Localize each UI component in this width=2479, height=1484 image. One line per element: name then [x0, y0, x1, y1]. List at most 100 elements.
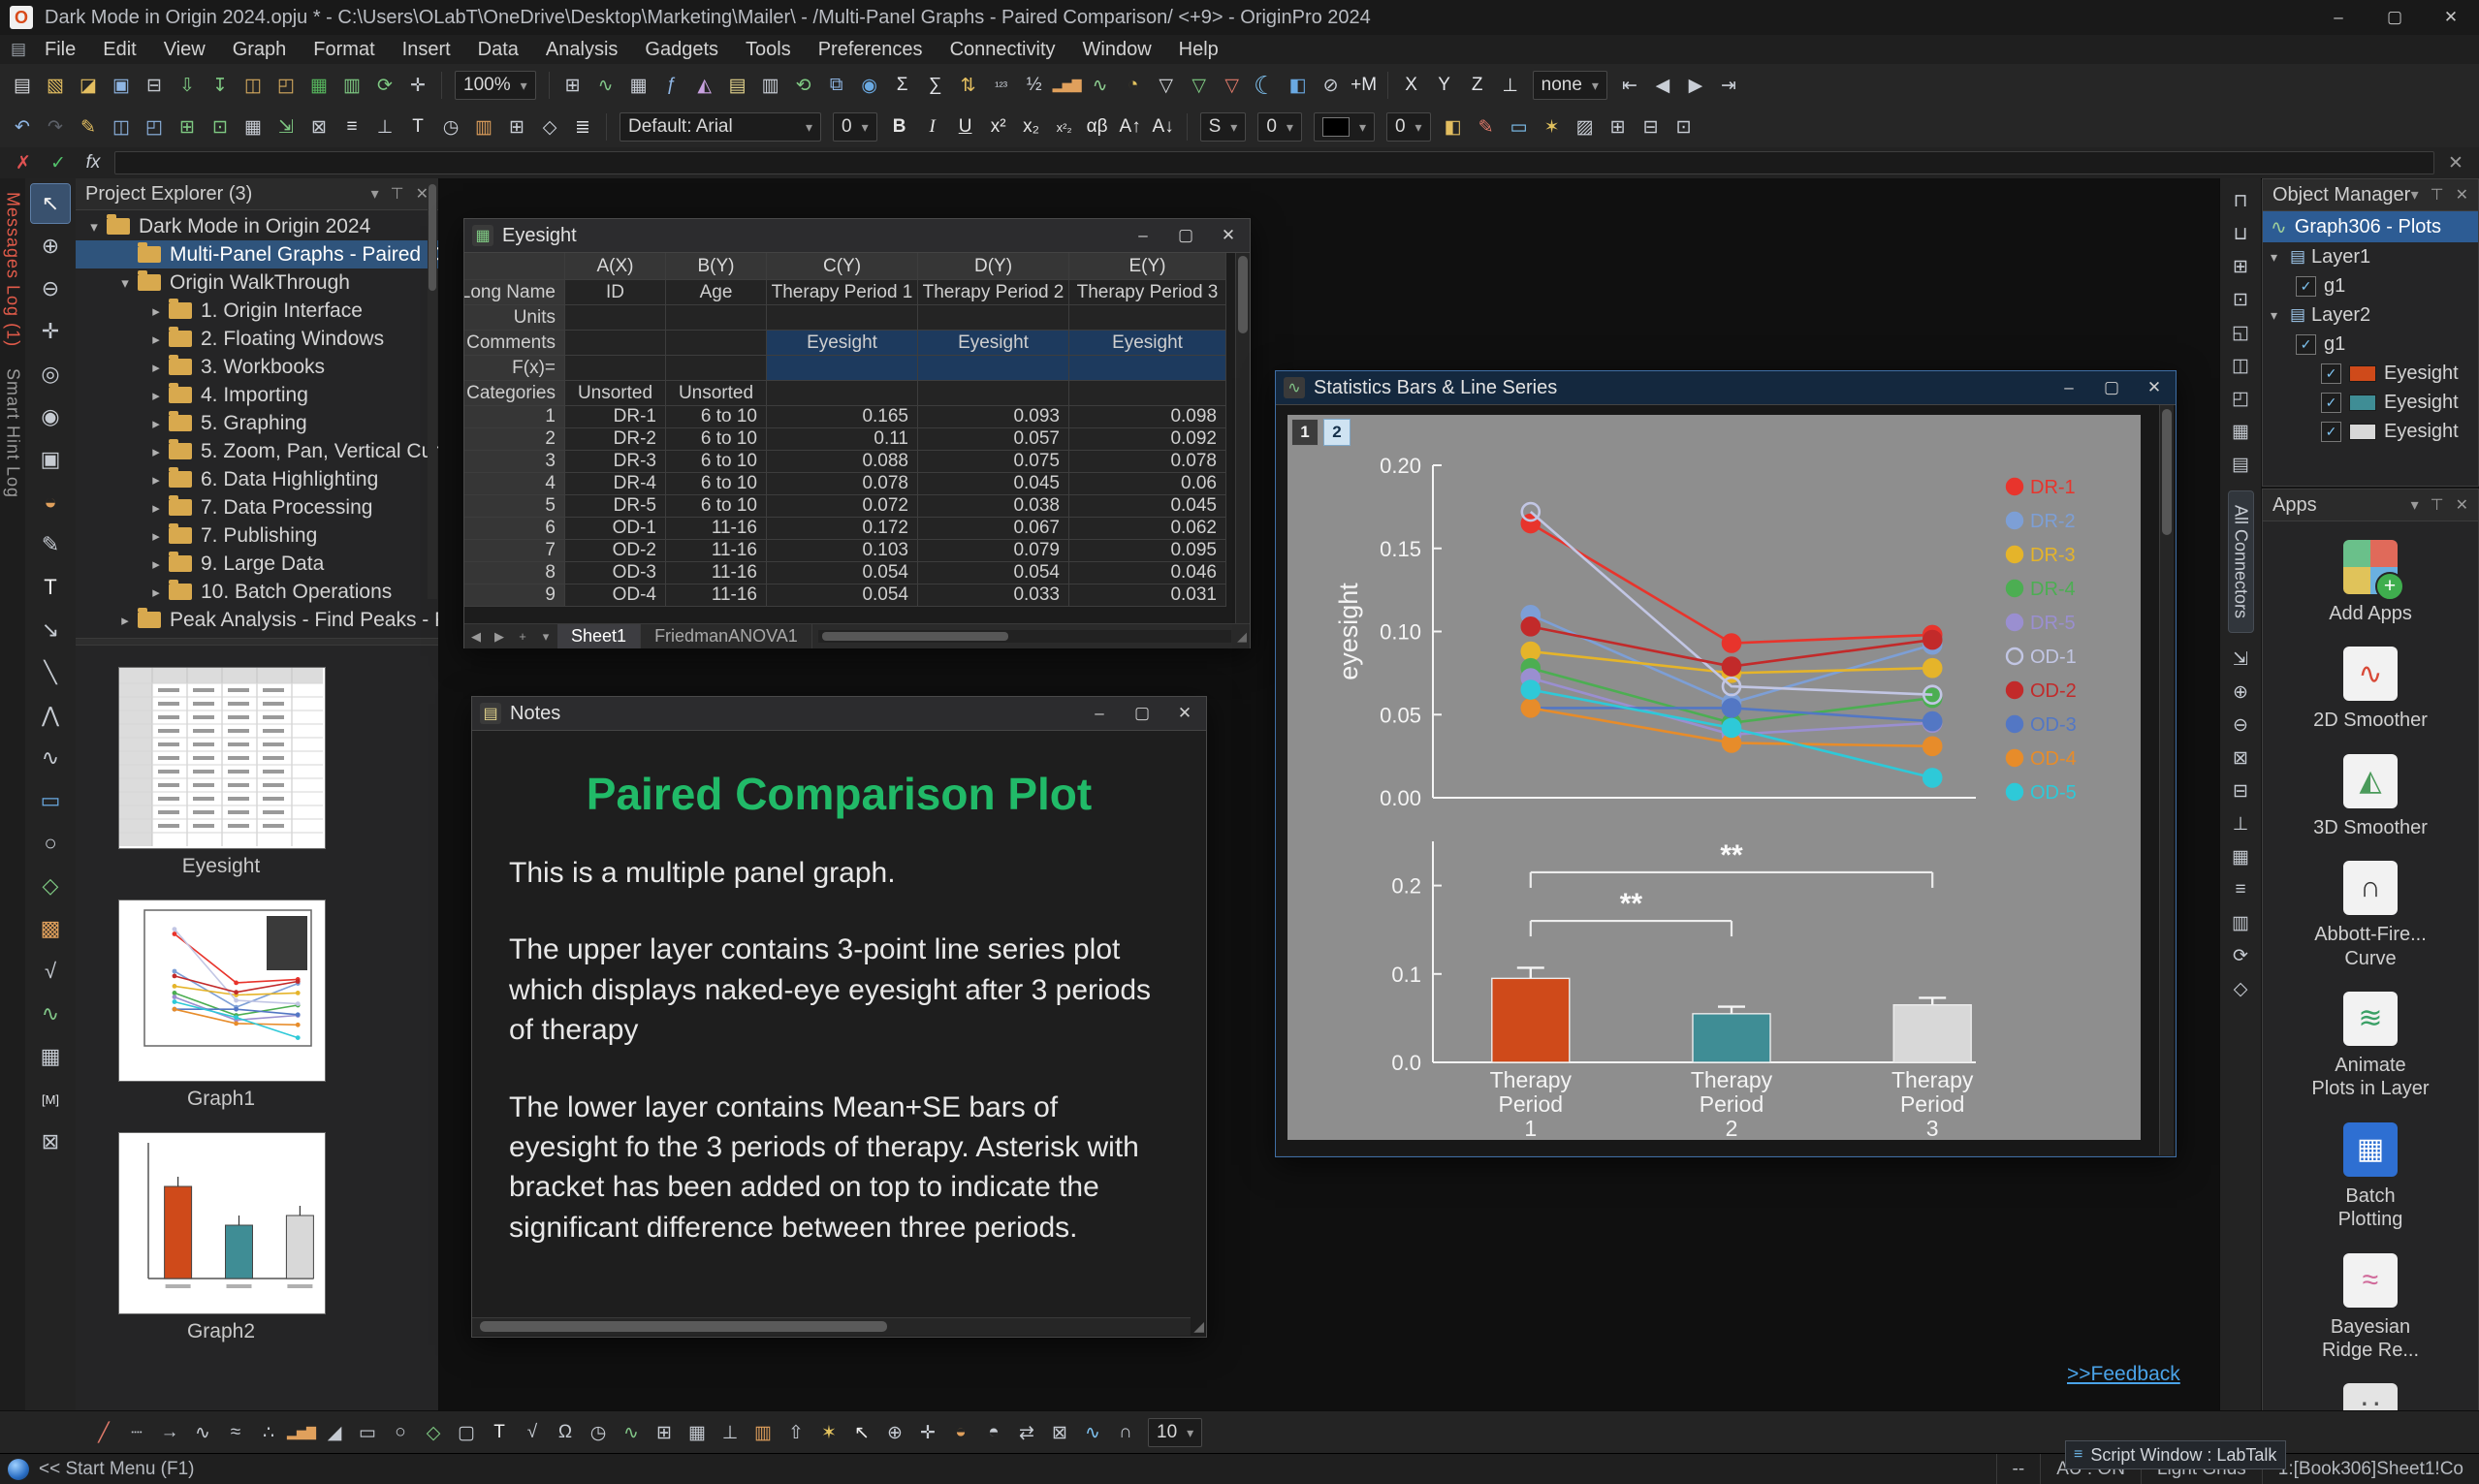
increase-font-button[interactable]: A↑: [1115, 111, 1146, 142]
row-label[interactable]: Comments: [464, 331, 565, 356]
previous-window-button[interactable]: ◀: [1647, 70, 1678, 101]
sort-icon[interactable]: ⇅: [953, 70, 984, 101]
row-index[interactable]: 9: [464, 584, 565, 607]
new-workbook-icon[interactable]: ⊞: [557, 70, 588, 101]
data-cell[interactable]: 0.075: [918, 451, 1069, 473]
app-batch-plotting[interactable]: ▦BatchPlotting: [2338, 1122, 2403, 1232]
start-menu-label[interactable]: << Start Menu (F1): [39, 1459, 195, 1480]
window-thumbnail-graph2[interactable]: Graph2: [118, 1132, 326, 1343]
zoom-in-tool[interactable]: ⊕: [31, 227, 70, 266]
xy-scaler-icon[interactable]: ⊥: [715, 1417, 746, 1448]
tree-expander-icon[interactable]: ▸: [143, 555, 169, 573]
panel-close-icon[interactable]: ✕: [2456, 185, 2468, 205]
image-object-icon[interactable]: ▦: [682, 1417, 713, 1448]
pattern-combo[interactable]: 0 ▾: [1386, 112, 1431, 142]
format-painter-icon[interactable]: ✎: [73, 111, 104, 142]
database-icon[interactable]: ◫: [238, 70, 269, 101]
zoom-out-axis-icon[interactable]: ⊖: [2225, 710, 2256, 740]
tree-expander-icon[interactable]: ▸: [143, 302, 169, 320]
symbol-object-icon[interactable]: Ω: [550, 1417, 581, 1448]
tree-item[interactable]: ▸10. Batch Operations: [76, 578, 438, 606]
close-button[interactable]: ✕: [2423, 0, 2479, 35]
tree-item[interactable]: ▸4. Importing: [76, 381, 438, 409]
row-index[interactable]: 7: [464, 540, 565, 562]
bold-button[interactable]: B: [884, 111, 915, 142]
tree-item[interactable]: ▸5. Graphing: [76, 409, 438, 437]
decrease-font-button[interactable]: A↓: [1148, 111, 1179, 142]
whole-page-icon[interactable]: ⊠: [2225, 743, 2256, 773]
data-cell[interactable]: 0.095: [1069, 540, 1226, 562]
app-abbott-firestone-curve[interactable]: ∩Abbott-Fire...Curve: [2314, 861, 2427, 970]
panel-menu-icon[interactable]: ▾: [2411, 185, 2419, 205]
menu-view[interactable]: View: [150, 35, 219, 64]
data-cell[interactable]: DR-4: [565, 473, 666, 495]
panel-menu-icon[interactable]: ▾: [371, 184, 379, 204]
row-index[interactable]: 5: [464, 495, 565, 518]
arrange-layers-icon[interactable]: ▦: [2225, 417, 2256, 446]
window-thumbnail-eyesight[interactable]: Eyesight: [118, 667, 326, 878]
row-label[interactable]: F(x)=: [464, 356, 565, 381]
panel-pin-icon[interactable]: ⊤: [391, 184, 404, 204]
resize-grip[interactable]: ◢: [1193, 1318, 1204, 1335]
highlighter-icon[interactable]: ▭: [1504, 111, 1535, 142]
tree-item[interactable]: ▸2. Floating Windows: [76, 325, 438, 353]
fit-layer-icon[interactable]: ⊟: [2225, 776, 2256, 805]
extract-layers-icon[interactable]: ◰: [2225, 384, 2256, 413]
update-legend-icon[interactable]: ≣: [567, 111, 598, 142]
pan-mode-icon[interactable]: ✛: [912, 1417, 943, 1448]
tree-expander-icon[interactable]: ▾: [2271, 307, 2290, 324]
close-button[interactable]: ✕: [1163, 698, 1206, 730]
data-cell[interactable]: 0.054: [767, 584, 918, 607]
set-z-button[interactable]: Z: [1462, 70, 1493, 101]
meta-cell[interactable]: [565, 331, 666, 356]
pan-tool[interactable]: ✛: [31, 312, 70, 351]
menu-insert[interactable]: Insert: [389, 35, 464, 64]
app-bubble-image-area[interactable]: ∷BubbleImage Area: [2321, 1383, 2420, 1410]
new-folder-icon[interactable]: ▧: [40, 70, 71, 101]
om-item-eyesight[interactable]: ✓Eyesight: [2263, 388, 2478, 417]
unmask-points-icon[interactable]: ◓: [978, 1417, 1009, 1448]
data-cell[interactable]: DR-5: [565, 495, 666, 518]
legend-icon[interactable]: ≡: [2225, 875, 2256, 904]
layer-1-badge[interactable]: 1: [1291, 419, 1319, 446]
meta-cell[interactable]: Age: [666, 280, 767, 305]
draw-circle-icon[interactable]: ○: [385, 1417, 416, 1448]
new-notes-icon[interactable]: ▤: [722, 70, 753, 101]
om-item-g1[interactable]: ✓g1: [2263, 330, 2478, 359]
merge-layers-icon[interactable]: ◫: [2225, 351, 2256, 380]
tree-item[interactable]: ▸5. Zoom, Pan, Vertical Cursor: [76, 437, 438, 465]
circle-tool[interactable]: ○: [31, 824, 70, 863]
sheet-tab-friedmananova1[interactable]: FriedmanANOVA1: [641, 624, 812, 648]
italic-button[interactable]: I: [917, 111, 948, 142]
layer-properties-icon[interactable]: ▤: [2225, 450, 2256, 479]
meta-cell[interactable]: [918, 356, 1069, 381]
menu-format[interactable]: Format: [300, 35, 388, 64]
meta-cell[interactable]: Therapy Period 3: [1069, 280, 1226, 305]
duplicate-window-icon[interactable]: ⧉: [821, 70, 852, 101]
graph-page[interactable]: 0.000.050.100.150.20eyesightDR-1DR-2DR-3…: [1287, 415, 2141, 1140]
equation-tool[interactable]: √: [31, 952, 70, 991]
add-top-x-axis-icon[interactable]: ⊓: [2225, 186, 2256, 215]
polygon-tool[interactable]: ◇: [31, 867, 70, 905]
zoom-panel-icon[interactable]: ⊕: [879, 1417, 910, 1448]
data-cell[interactable]: OD-1: [565, 518, 666, 540]
data-reader-tool[interactable]: ◉: [31, 397, 70, 436]
meta-cell[interactable]: Unsorted: [666, 381, 767, 406]
om-root-item[interactable]: ∿ Graph306 - Plots: [2263, 211, 2478, 242]
excel-connector-icon[interactable]: ▦: [303, 70, 334, 101]
meta-cell[interactable]: [565, 305, 666, 331]
clear-filter-icon[interactable]: ▽: [1217, 70, 1248, 101]
add-drawing-icon[interactable]: ◇: [534, 111, 565, 142]
axis-dialog-icon[interactable]: ⊥: [2225, 809, 2256, 838]
visibility-checkbox[interactable]: ✓: [2296, 276, 2316, 297]
clone-import-icon[interactable]: ⟳: [369, 70, 400, 101]
panel-menu-icon[interactable]: ▾: [2411, 495, 2419, 515]
spline-tool-icon[interactable]: ∩: [1110, 1417, 1141, 1448]
save-project-icon[interactable]: ▣: [106, 70, 137, 101]
data-cell[interactable]: 0.046: [1069, 562, 1226, 584]
pointer-tool[interactable]: ↖: [31, 184, 70, 223]
data-cell[interactable]: 0.045: [1069, 495, 1226, 518]
color-scale-object-icon[interactable]: ▥: [747, 1417, 779, 1448]
data-cell[interactable]: 0.06: [1069, 473, 1226, 495]
dark-mode-icon[interactable]: ☾: [1250, 70, 1281, 101]
